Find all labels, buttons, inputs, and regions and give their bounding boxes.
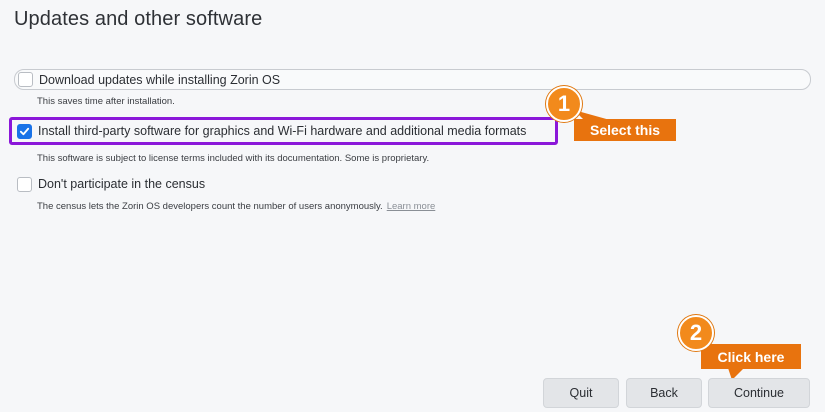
third-party-software-option[interactable]: Install third-party software for graphic… [9,117,558,145]
click-here-callout: Click here [701,344,801,369]
select-this-callout: Select this [574,119,676,141]
third-party-software-description: This software is subject to license term… [37,153,430,164]
back-button[interactable]: Back [626,378,702,408]
third-party-software-label: Install third-party software for graphic… [38,124,527,138]
installer-page: Updates and other software Download upda… [0,0,825,412]
census-description-text: The census lets the Zorin OS developers … [37,201,383,212]
page-title: Updates and other software [14,8,263,30]
download-updates-description: This saves time after installation. [37,96,175,107]
download-updates-checkbox[interactable] [18,72,33,87]
step-1-badge: 1 [546,86,582,122]
checkmark-icon [19,127,30,135]
census-option[interactable]: Don't participate in the census [17,175,205,193]
census-description: The census lets the Zorin OS developers … [37,201,435,212]
download-updates-option[interactable]: Download updates while installing Zorin … [14,69,811,90]
census-checkbox[interactable] [17,176,32,192]
census-label: Don't participate in the census [38,177,206,191]
learn-more-link[interactable]: Learn more [387,201,436,212]
step-2-badge: 2 [678,315,714,351]
download-updates-label: Download updates while installing Zorin … [39,72,281,87]
continue-button[interactable]: Continue [708,378,810,408]
third-party-software-checkbox[interactable] [17,123,32,139]
quit-button[interactable]: Quit [543,378,619,408]
